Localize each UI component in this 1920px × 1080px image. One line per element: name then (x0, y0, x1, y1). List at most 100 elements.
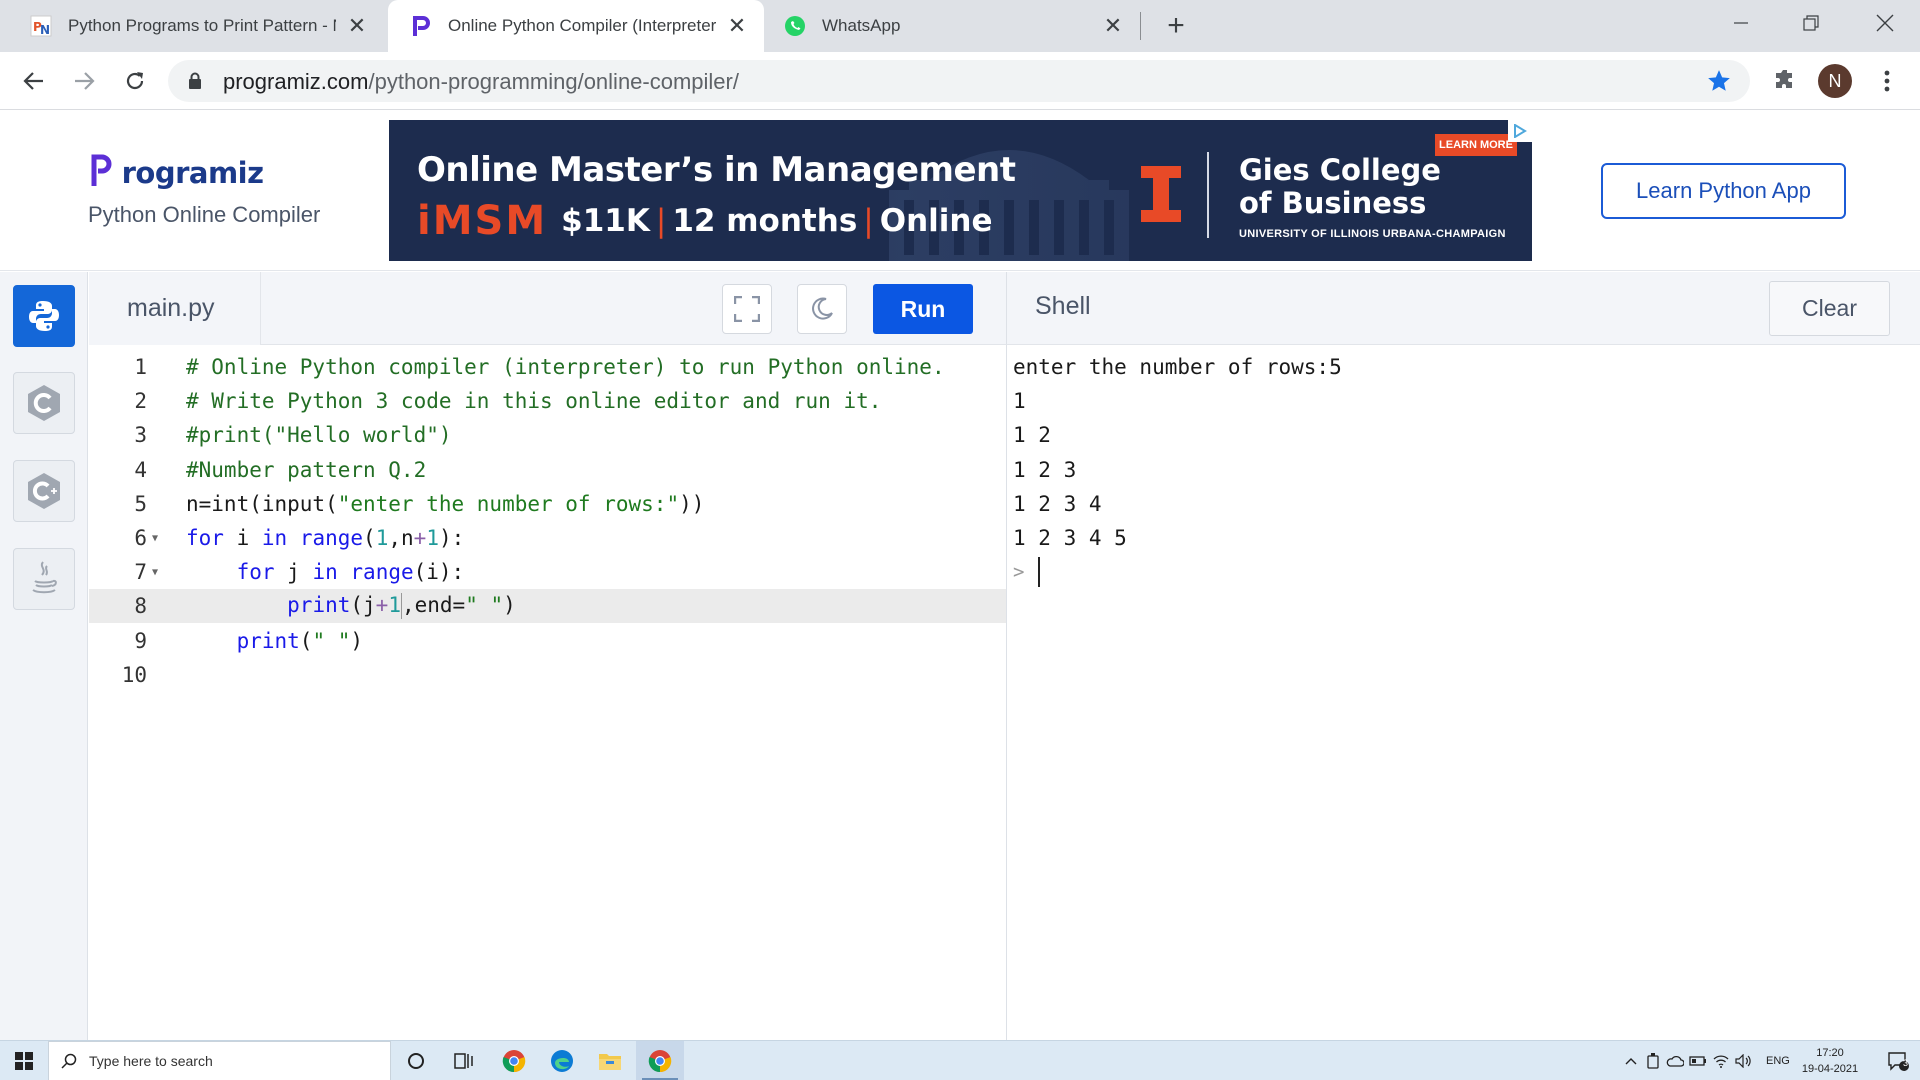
python-language-button[interactable] (13, 285, 75, 347)
shell-line: 1 2 (1013, 423, 1051, 447)
text-cursor (1038, 557, 1041, 587)
programiz-logo[interactable]: rogramiz (90, 153, 264, 190)
close-tab-icon[interactable]: ✕ (724, 13, 750, 39)
task-view-icon[interactable] (440, 1041, 488, 1080)
volume-icon[interactable] (1732, 1054, 1756, 1068)
cpp-icon (28, 473, 60, 509)
line-text: #print("Hello world") (186, 423, 452, 447)
line-number: 7 (134, 560, 147, 584)
windows-taskbar: Type here to search ENG 17:20 19-04-2021… (0, 1040, 1920, 1080)
tab-title: WhatsApp (822, 16, 901, 35)
close-tab-icon[interactable]: ✕ (1100, 13, 1126, 39)
tab-separator (1140, 12, 1141, 40)
language-indicator[interactable]: ENG (1766, 1055, 1790, 1067)
chrome-taskbar-icon[interactable] (490, 1041, 538, 1080)
browser-tab-strip: PN Python Programs to Print Pattern - N … (0, 0, 1920, 52)
onedrive-icon[interactable] (1664, 1055, 1686, 1067)
notification-center-icon[interactable]: 3 (1876, 1041, 1920, 1080)
line-number: 3 (134, 423, 147, 447)
file-explorer-icon[interactable] (586, 1041, 634, 1080)
dark-mode-button[interactable] (797, 284, 847, 334)
taskbar-search-box[interactable]: Type here to search (48, 1041, 391, 1080)
battery-icon[interactable] (1686, 1056, 1710, 1066)
line-text: n=int(input("enter the number of rows:")… (186, 492, 705, 516)
browser-tab-3[interactable]: WhatsApp ✕ (764, 0, 1140, 52)
ad-school-line1: Gies College (1239, 153, 1441, 187)
cortana-icon[interactable] (392, 1041, 440, 1080)
svg-text:N: N (40, 23, 50, 37)
run-button[interactable]: Run (873, 284, 973, 334)
code-line: 1 # Online Python compiler (interpreter)… (89, 350, 1006, 384)
taskbar-clock[interactable]: 17:20 19-04-2021 (1790, 1045, 1870, 1077)
chevron-up-icon[interactable] (1620, 1057, 1642, 1065)
close-tab-icon[interactable]: ✕ (344, 13, 370, 39)
back-icon[interactable] (15, 62, 53, 100)
c-language-button[interactable] (13, 372, 75, 434)
advertisement-banner[interactable]: Online Master’s in Management iMSM $11K | 1… (389, 120, 1532, 261)
site-header: rogramiz Python Online Compiler Online M… (0, 110, 1920, 271)
bookmark-star-icon[interactable] (1706, 68, 1732, 99)
search-placeholder: Type here to search (89, 1053, 213, 1069)
restore-icon[interactable] (1776, 0, 1846, 46)
line-text: print(j+1,end=" ") (287, 593, 516, 619)
code-line: 2 # Write Python 3 code in this online e… (89, 384, 1006, 418)
editor-header: main.py Run (89, 272, 1006, 345)
clear-button[interactable]: Clear (1769, 281, 1890, 336)
shell-prompt: > (1013, 561, 1025, 583)
new-tab-icon[interactable]: + (1160, 9, 1192, 42)
extensions-icon[interactable] (1768, 62, 1802, 96)
browser-menu-icon[interactable] (1872, 64, 1902, 98)
device-icon[interactable] (1642, 1053, 1664, 1069)
profile-avatar[interactable]: N (1818, 64, 1852, 98)
code-line: 7 ▼ for j in range(i): (89, 555, 1006, 589)
minimize-icon[interactable] (1706, 0, 1776, 46)
address-bar[interactable]: programiz.com/python-programming/online-… (168, 60, 1750, 102)
line-text: print(" ") (236, 629, 364, 653)
code-line: 9 print(" ") (89, 624, 1006, 658)
page-subtitle: Python Online Compiler (88, 202, 321, 227)
ad-school-line2: of Business (1239, 186, 1427, 220)
line-text: # Online Python compiler (interpreter) t… (186, 355, 945, 379)
forward-icon[interactable] (65, 62, 103, 100)
wifi-icon[interactable] (1710, 1054, 1732, 1068)
url-text: programiz.com/python-programming/online-… (223, 69, 739, 95)
moon-icon (812, 297, 833, 320)
learn-python-app-button[interactable]: Learn Python App (1601, 163, 1846, 219)
browser-tab-2[interactable]: Online Python Compiler (Interpreter ✕ (388, 0, 764, 52)
java-language-button[interactable] (13, 548, 75, 610)
browser-tab-1[interactable]: PN Python Programs to Print Pattern - N … (0, 0, 384, 52)
line-number: 8 (134, 594, 147, 618)
fullscreen-button[interactable] (722, 284, 772, 334)
file-tab-main-py[interactable]: main.py (89, 272, 261, 345)
lock-icon[interactable] (188, 72, 202, 95)
java-icon (32, 561, 57, 594)
ad-headline: Online Master’s in Management (417, 150, 1016, 190)
fold-arrow-icon[interactable]: ▼ (152, 567, 164, 578)
code-editor[interactable]: 1 # Online Python compiler (interpreter)… (89, 345, 1006, 1040)
logo-text: rogramiz (121, 156, 264, 190)
chrome-taskbar-icon-active[interactable] (636, 1041, 684, 1080)
edge-taskbar-icon[interactable] (538, 1041, 586, 1080)
shell-line: 1 2 3 4 (1013, 492, 1102, 516)
code-line: 5 n=int(input("enter the number of rows:… (89, 487, 1006, 521)
cpp-language-button[interactable] (13, 460, 75, 522)
adchoices-icon[interactable] (1508, 120, 1532, 142)
shell-input-line[interactable]: > (1013, 555, 1041, 589)
whatsapp-favicon (784, 15, 806, 37)
line-number: 10 (121, 663, 147, 687)
language-sidebar (0, 272, 88, 1040)
line-number: 5 (134, 492, 147, 516)
search-icon (61, 1053, 77, 1069)
fold-arrow-icon[interactable]: ▼ (152, 533, 164, 544)
code-line: 6 ▼ for i in range(1,n+1): (89, 521, 1006, 555)
reload-icon[interactable] (116, 62, 154, 100)
system-tray: ENG (1620, 1041, 1790, 1080)
code-line-active: 8 print(j+1,end=" ") (89, 589, 1006, 623)
ad-learn-more-button[interactable]: LEARN MORE (1435, 134, 1517, 156)
browser-toolbar: programiz.com/python-programming/online-… (0, 52, 1920, 110)
shell-output[interactable]: enter the number of rows:5 1 1 2 1 2 3 1… (1006, 345, 1920, 1040)
python-icon (29, 301, 59, 331)
windows-start-icon[interactable] (0, 1041, 48, 1080)
line-text: #Number pattern Q.2 (186, 458, 427, 482)
close-window-icon[interactable] (1850, 0, 1920, 46)
